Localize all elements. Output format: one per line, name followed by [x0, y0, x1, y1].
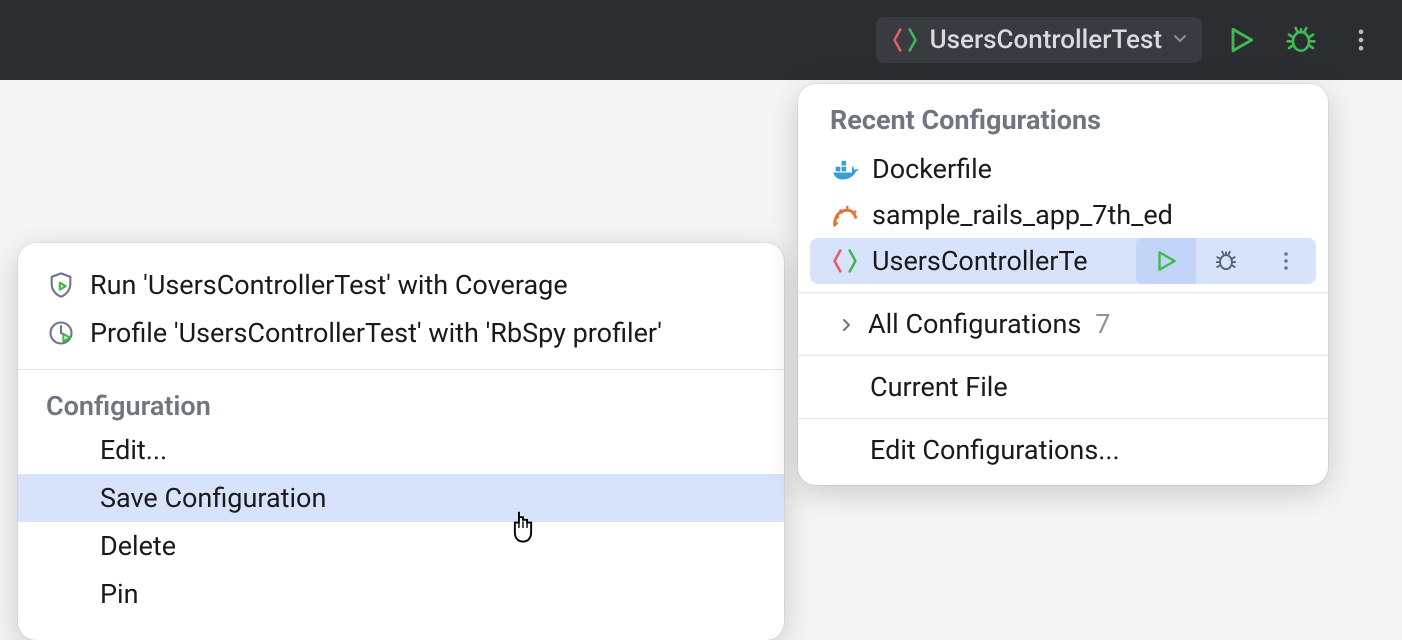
config-item-label: Dockerfile — [872, 153, 1316, 185]
edit-configurations-label: Edit Configurations... — [870, 434, 1120, 466]
profile-item[interactable]: Profile 'UsersControllerTest' with 'RbSp… — [18, 309, 784, 357]
chevron-down-icon — [1172, 30, 1188, 50]
save-label: Save Configuration — [100, 482, 326, 514]
delete-config-item[interactable]: Delete — [18, 522, 784, 570]
test-icon — [830, 246, 860, 276]
chevron-right-icon — [838, 308, 854, 340]
edit-label: Edit... — [100, 434, 167, 466]
all-configurations-row[interactable]: All Configurations 7 — [798, 301, 1328, 347]
run-config-label: UsersControllerTest — [930, 25, 1162, 55]
config-context-menu: Run 'UsersControllerTest' with Coverage … — [18, 243, 784, 640]
profile-label: Profile 'UsersControllerTest' with 'RbSp… — [90, 317, 662, 349]
all-configs-count: 7 — [1095, 308, 1110, 340]
delete-label: Delete — [100, 530, 176, 562]
config-item-rails[interactable]: sample_rails_app_7th_ed — [798, 192, 1328, 238]
rails-icon — [830, 200, 860, 230]
config-item-label: UsersControllerTe — [872, 245, 1124, 277]
dropdown-divider — [798, 418, 1328, 419]
edit-config-item[interactable]: Edit... — [18, 426, 784, 474]
top-toolbar: UsersControllerTest — [0, 0, 1402, 80]
config-item-actions — [1136, 238, 1316, 284]
current-file-row[interactable]: Current File — [798, 364, 1328, 410]
run-config-selector[interactable]: UsersControllerTest — [876, 17, 1202, 63]
test-icon — [890, 25, 920, 55]
current-file-label: Current File — [870, 371, 1008, 403]
configuration-section-header: Configuration — [18, 382, 784, 426]
docker-icon — [830, 154, 860, 184]
config-item-dockerfile[interactable]: Dockerfile — [798, 146, 1328, 192]
save-config-item[interactable]: Save Configuration — [18, 474, 784, 522]
pin-config-item[interactable]: Pin — [18, 570, 784, 618]
run-config-dropdown: Recent Configurations Dockerfile sample_… — [798, 84, 1328, 485]
run-with-coverage-item[interactable]: Run 'UsersControllerTest' with Coverage — [18, 261, 784, 309]
all-configs-label: All Configurations — [868, 308, 1081, 340]
run-with-coverage-label: Run 'UsersControllerTest' with Coverage — [90, 269, 568, 301]
coverage-icon — [46, 270, 76, 300]
recent-configs-header: Recent Configurations — [798, 98, 1328, 146]
debug-button[interactable] — [1280, 19, 1322, 61]
more-button[interactable] — [1340, 19, 1382, 61]
profile-icon — [46, 318, 76, 348]
edit-configurations-row[interactable]: Edit Configurations... — [798, 427, 1328, 473]
debug-action-button[interactable] — [1196, 238, 1256, 284]
run-button[interactable] — [1220, 19, 1262, 61]
dropdown-divider — [798, 355, 1328, 356]
config-item-userscontrollertest[interactable]: UsersControllerTe — [810, 238, 1316, 284]
more-action-button[interactable] — [1256, 238, 1316, 284]
config-item-label: sample_rails_app_7th_ed — [872, 199, 1316, 231]
menu-divider — [18, 369, 784, 370]
run-action-button[interactable] — [1136, 238, 1196, 284]
pin-label: Pin — [100, 578, 139, 610]
dropdown-divider — [798, 292, 1328, 293]
